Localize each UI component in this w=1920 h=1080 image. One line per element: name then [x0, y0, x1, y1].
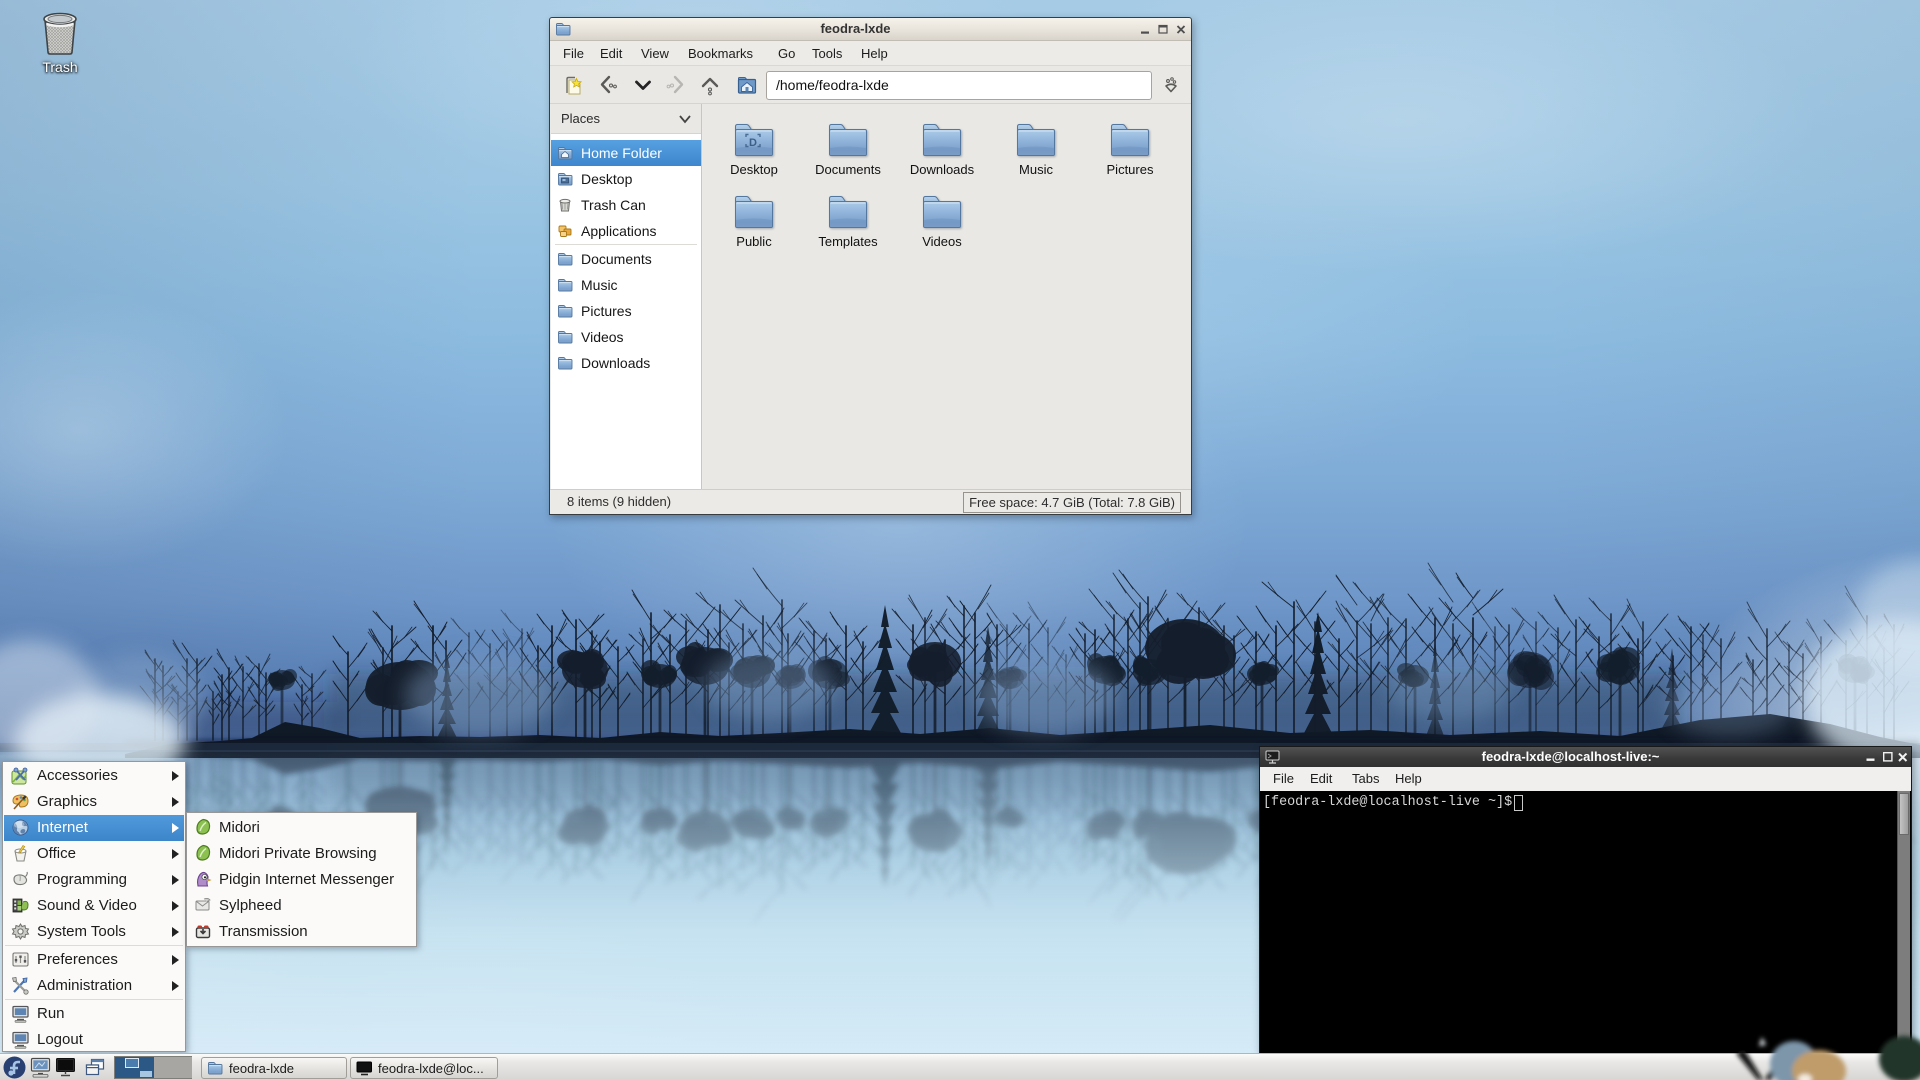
svg-text:D: D — [749, 137, 757, 149]
